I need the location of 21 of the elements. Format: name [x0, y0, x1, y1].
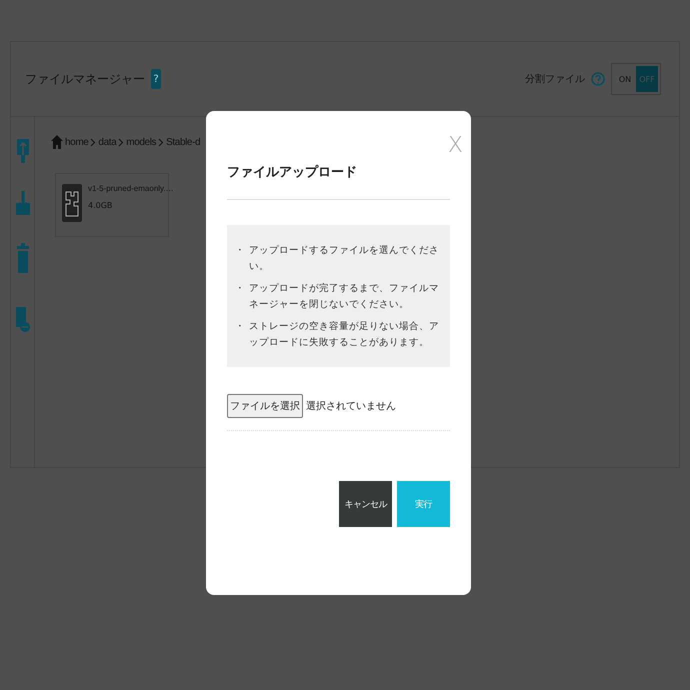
close-button[interactable]: X: [448, 133, 463, 158]
toggle-option[interactable]: OFF: [636, 66, 658, 92]
choose-file-button[interactable]: ファイルを選択: [227, 394, 303, 418]
breadcrumb-link[interactable]: models: [126, 136, 156, 148]
notice-text: アップロードが完了するまで、ファイルマネージャーを閉じないでください。: [249, 282, 440, 312]
breadcrumb-link[interactable]: data: [98, 136, 116, 148]
split-file-label: 分割ファイル: [525, 72, 585, 86]
run-button[interactable]: 実行: [397, 481, 450, 527]
breadcrumb-link[interactable]: Stable-d: [166, 136, 200, 148]
file-status: 選択されていません: [306, 400, 396, 413]
bullet-icon: ・: [235, 243, 245, 275]
bullet-icon: ・: [235, 319, 245, 351]
notice-text: ストレージの空き容量が足りない場合、アップロードに失敗することがあります。: [249, 320, 440, 350]
cancel-button[interactable]: キャンセル: [339, 481, 392, 527]
notice-text: アップロードするファイルを選んでください。: [249, 244, 440, 274]
file-size: 4.0GB: [88, 201, 114, 210]
breadcrumb-link[interactable]: home: [65, 136, 88, 148]
bullet-icon: ・: [235, 281, 245, 313]
help-button[interactable]: ?: [151, 69, 161, 89]
dialog-title: ファイルアップロード: [227, 111, 450, 200]
page-title: ファイルマネージャー: [25, 70, 145, 88]
